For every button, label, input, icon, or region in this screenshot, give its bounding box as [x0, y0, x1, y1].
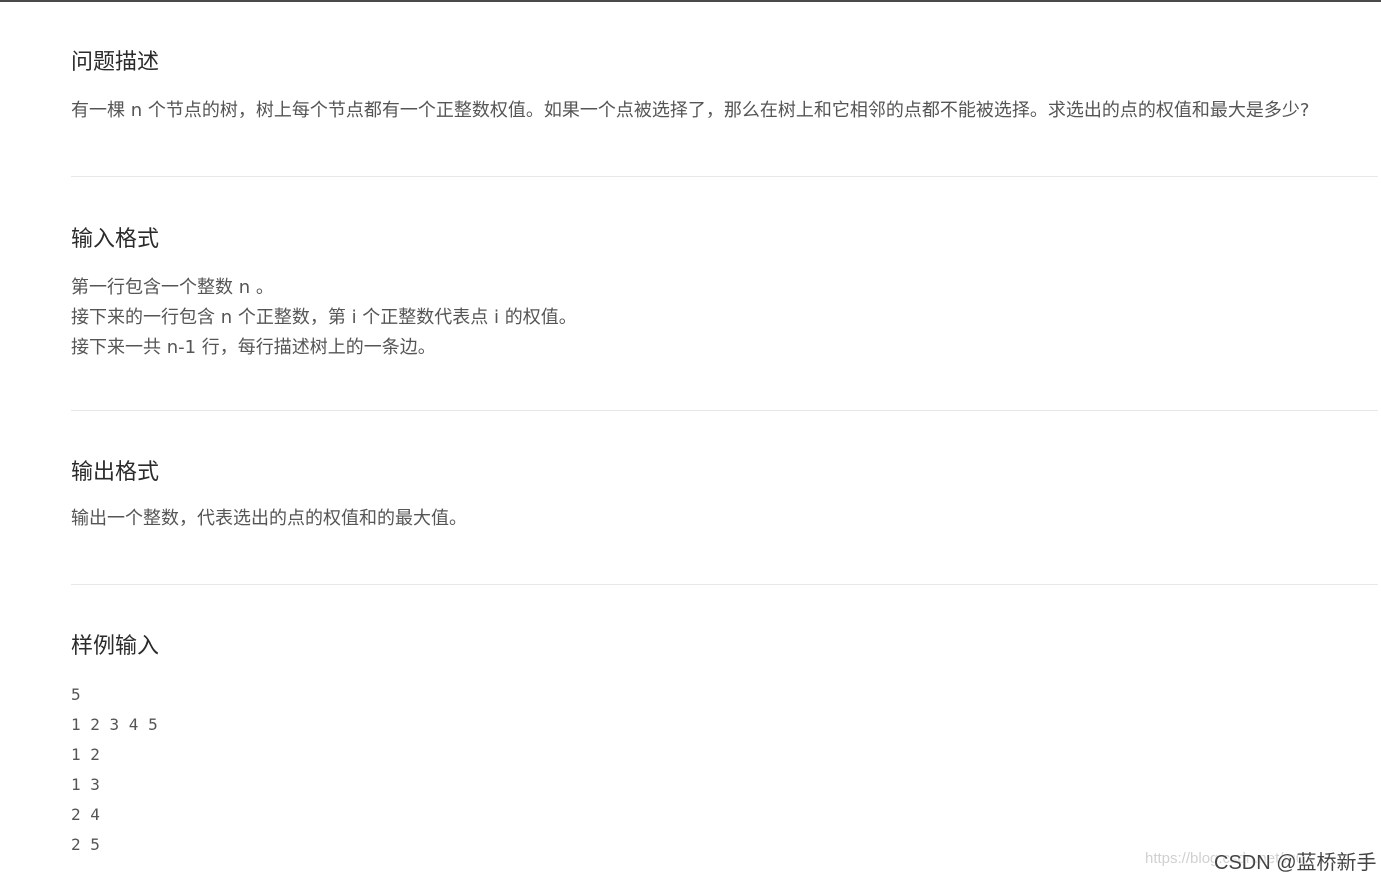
input-format-line: 接下来的一行包含 n 个正整数，第 i 个正整数代表点 i 的权值。	[71, 307, 577, 328]
sample-input-line: 2 4	[71, 805, 100, 824]
section-title: 样例输入	[71, 634, 160, 659]
section-title: 问题描述	[71, 50, 160, 75]
input-format-line: 第一行包含一个整数 n 。	[71, 277, 274, 298]
description-text: 有一棵 n 个节点的树，树上每个节点都有一个正整数权值。如果一个点被选择了，那么…	[71, 100, 1310, 121]
sample-input-line: 1 2	[71, 745, 100, 764]
section-output-format: 输出格式 输出一个整数，代表选出的点的权值和的最大值。	[71, 411, 1378, 585]
input-format-line: 接下来一共 n-1 行，每行描述树上的一条边。	[71, 337, 436, 358]
section-title: 输出格式	[71, 460, 160, 485]
output-format-line: 输出一个整数，代表选出的点的权值和的最大值。	[71, 508, 467, 529]
section-body: 输出一个整数，代表选出的点的权值和的最大值。	[71, 504, 1378, 534]
sample-input-line: 1 3	[71, 775, 100, 794]
sample-input-line: 5	[71, 685, 81, 704]
section-body: 第一行包含一个整数 n 。 接下来的一行包含 n 个正整数，第 i 个正整数代表…	[71, 273, 1378, 363]
section-problem-description: 问题描述 有一棵 n 个节点的树，树上每个节点都有一个正整数权值。如果一个点被选…	[71, 0, 1378, 177]
sample-input-line: 1 2 3 4 5	[71, 715, 158, 734]
section-title: 输入格式	[71, 227, 160, 252]
section-sample-input: 样例输入 5 1 2 3 4 5 1 2 1 3 2 4 2 5	[71, 585, 1378, 875]
problem-content: 问题描述 有一棵 n 个节点的树，树上每个节点都有一个正整数权值。如果一个点被选…	[71, 0, 1378, 875]
sample-input-block: 5 1 2 3 4 5 1 2 1 3 2 4 2 5	[71, 680, 1378, 860]
section-body: 有一棵 n 个节点的树，树上每个节点都有一个正整数权值。如果一个点被选择了，那么…	[71, 96, 1378, 126]
watermark-brand: CSDN @蓝桥新手	[1214, 852, 1377, 874]
section-input-format: 输入格式 第一行包含一个整数 n 。 接下来的一行包含 n 个正整数，第 i 个…	[71, 177, 1378, 411]
